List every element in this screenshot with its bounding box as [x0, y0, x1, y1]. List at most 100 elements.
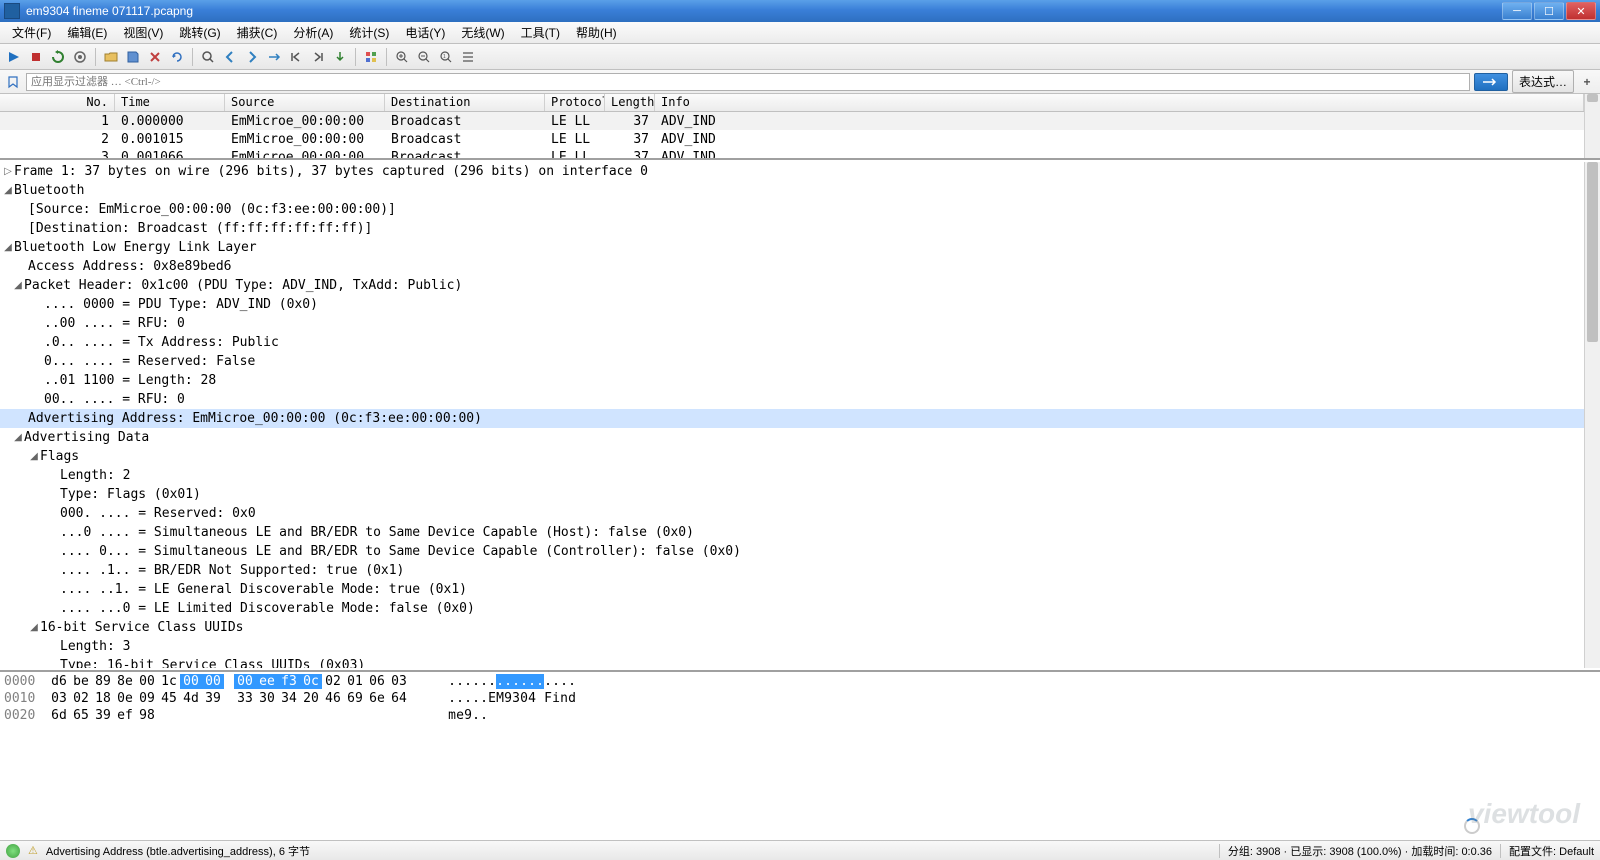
- status-field: Advertising Address (btle.advertising_ad…: [46, 843, 310, 859]
- menu-statistics[interactable]: 统计(S): [341, 22, 397, 43]
- go-back-icon[interactable]: [220, 47, 240, 67]
- col-no[interactable]: No.: [0, 94, 115, 111]
- colorize-icon[interactable]: [361, 47, 381, 67]
- collapse-icon[interactable]: ◢: [2, 185, 14, 196]
- tree-flags-host[interactable]: ...0 .... = Simultaneous LE and BR/EDR t…: [0, 523, 1584, 542]
- menu-telephony[interactable]: 电话(Y): [397, 22, 453, 43]
- tree-uuids[interactable]: ◢16-bit Service Class UUIDs: [0, 618, 1584, 637]
- stop-capture-icon[interactable]: [26, 47, 46, 67]
- toolbar-separator: [192, 48, 193, 66]
- tree-bt-destination[interactable]: [Destination: Broadcast (ff:ff:ff:ff:ff:…: [0, 219, 1584, 238]
- zoom-in-icon[interactable]: [392, 47, 412, 67]
- collapse-icon[interactable]: ◢: [12, 280, 24, 291]
- tree-flags-reserved[interactable]: 000. .... = Reserved: 0x0: [0, 504, 1584, 523]
- packet-row[interactable]: 10.000000EmMicroe_00:00:00BroadcastLE LL…: [0, 112, 1584, 130]
- go-first-icon[interactable]: [286, 47, 306, 67]
- tree-rfu2[interactable]: 00.. .... = RFU: 0: [0, 390, 1584, 409]
- menu-file[interactable]: 文件(F): [4, 22, 59, 43]
- menu-bar: 文件(F) 编辑(E) 视图(V) 跳转(G) 捕获(C) 分析(A) 统计(S…: [0, 22, 1600, 44]
- tree-bluetooth[interactable]: ◢Bluetooth: [0, 181, 1584, 200]
- tree-packet-header[interactable]: ◢Packet Header: 0x1c00 (PDU Type: ADV_IN…: [0, 276, 1584, 295]
- auto-scroll-icon[interactable]: [330, 47, 350, 67]
- zoom-reset-icon[interactable]: 1: [436, 47, 456, 67]
- tree-flags[interactable]: ◢Flags: [0, 447, 1584, 466]
- menu-tools[interactable]: 工具(T): [513, 22, 568, 43]
- tree-flags-type[interactable]: Type: Flags (0x01): [0, 485, 1584, 504]
- menu-go[interactable]: 跳转(G): [171, 22, 228, 43]
- add-filter-button[interactable]: +: [1578, 73, 1596, 91]
- menu-wireless[interactable]: 无线(W): [453, 22, 512, 43]
- expert-info-icon[interactable]: ⚠: [28, 844, 38, 857]
- tree-rfu1[interactable]: ..00 .... = RFU: 0: [0, 314, 1584, 333]
- col-source[interactable]: Source: [225, 94, 385, 111]
- collapse-icon[interactable]: ◢: [12, 432, 24, 443]
- tree-uuids-length[interactable]: Length: 3: [0, 637, 1584, 656]
- packet-row[interactable]: 20.001015EmMicroe_00:00:00BroadcastLE LL…: [0, 130, 1584, 148]
- zoom-out-icon[interactable]: [414, 47, 434, 67]
- details-scrollbar[interactable]: [1584, 162, 1600, 668]
- close-button[interactable]: ✕: [1566, 2, 1596, 20]
- packet-row[interactable]: 30.001066EmMicroe_00:00:00BroadcastLE LL…: [0, 148, 1584, 160]
- tree-advertising-address[interactable]: Advertising Address: EmMicroe_00:00:00 (…: [0, 409, 1584, 428]
- window-title: em9304 fineme 071117.pcapng: [26, 4, 1502, 18]
- restart-capture-icon[interactable]: [48, 47, 68, 67]
- tree-uuids-type[interactable]: Type: 16-bit Service Class UUIDs (0x03): [0, 656, 1584, 668]
- save-file-icon[interactable]: [123, 47, 143, 67]
- packet-list-header: No. Time Source Destination Protocol Len…: [0, 94, 1584, 112]
- reload-icon[interactable]: [167, 47, 187, 67]
- tree-reserved[interactable]: 0... .... = Reserved: False: [0, 352, 1584, 371]
- find-packet-icon[interactable]: [198, 47, 218, 67]
- expression-button[interactable]: 表达式…: [1512, 70, 1574, 93]
- resize-columns-icon[interactable]: [458, 47, 478, 67]
- packet-list-pane: No. Time Source Destination Protocol Len…: [0, 94, 1600, 160]
- expand-icon[interactable]: ▷: [2, 166, 14, 177]
- tree-flags-limited[interactable]: .... ...0 = LE Limited Discoverable Mode…: [0, 599, 1584, 618]
- tree-flags-controller[interactable]: .... 0... = Simultaneous LE and BR/EDR t…: [0, 542, 1584, 561]
- menu-help[interactable]: 帮助(H): [568, 22, 625, 43]
- display-filter-input[interactable]: [26, 73, 1470, 91]
- tree-frame[interactable]: ▷Frame 1: 37 bytes on wire (296 bits), 3…: [0, 162, 1584, 181]
- tree-advertising-data[interactable]: ◢Advertising Data: [0, 428, 1584, 447]
- col-destination[interactable]: Destination: [385, 94, 545, 111]
- collapse-icon[interactable]: ◢: [28, 622, 40, 633]
- bookmark-filter-icon[interactable]: [4, 73, 22, 91]
- menu-view[interactable]: 视图(V): [115, 22, 171, 43]
- col-time[interactable]: Time: [115, 94, 225, 111]
- maximize-button[interactable]: ☐: [1534, 2, 1564, 20]
- status-profile[interactable]: 配置文件: Default: [1509, 843, 1594, 859]
- tree-flags-bredr[interactable]: .... .1.. = BR/EDR Not Supported: true (…: [0, 561, 1584, 580]
- col-protocol[interactable]: Protocol: [545, 94, 605, 111]
- minimize-button[interactable]: ─: [1502, 2, 1532, 20]
- start-capture-icon[interactable]: [4, 47, 24, 67]
- tree-pdu-type[interactable]: .... 0000 = PDU Type: ADV_IND (0x0): [0, 295, 1584, 314]
- tree-tx-address[interactable]: .0.. .... = Tx Address: Public: [0, 333, 1584, 352]
- hex-row[interactable]: 00100302180e09454d393330342046696e64....…: [4, 691, 1596, 708]
- packet-bytes-pane[interactable]: 0000d6be898e001c000000eef30c02010603....…: [0, 672, 1600, 742]
- go-forward-icon[interactable]: [242, 47, 262, 67]
- tree-length[interactable]: ..01 1100 = Length: 28: [0, 371, 1584, 390]
- capture-options-icon[interactable]: [70, 47, 90, 67]
- open-file-icon[interactable]: [101, 47, 121, 67]
- menu-edit[interactable]: 编辑(E): [59, 22, 115, 43]
- status-packets: 分组: 3908 · 已显示: 3908 (100.0%) · 加载时间: 0:…: [1228, 843, 1492, 859]
- go-to-packet-icon[interactable]: [264, 47, 284, 67]
- close-file-icon[interactable]: [145, 47, 165, 67]
- hex-row[interactable]: 0000d6be898e001c000000eef30c02010603....…: [4, 674, 1596, 691]
- hex-row[interactable]: 00206d6539ef98me9..: [4, 708, 1596, 725]
- collapse-icon[interactable]: ◢: [28, 451, 40, 462]
- col-length[interactable]: Length: [605, 94, 655, 111]
- tree-access-address[interactable]: Access Address: 0x8e89bed6: [0, 257, 1584, 276]
- app-icon: [4, 3, 20, 19]
- col-info[interactable]: Info: [655, 94, 1584, 111]
- packet-list-scrollbar[interactable]: [1584, 94, 1600, 158]
- tree-ble-ll[interactable]: ◢Bluetooth Low Energy Link Layer: [0, 238, 1584, 257]
- toolbar-separator: [386, 48, 387, 66]
- tree-flags-general[interactable]: .... ..1. = LE General Discoverable Mode…: [0, 580, 1584, 599]
- menu-analyze[interactable]: 分析(A): [285, 22, 341, 43]
- tree-bt-source[interactable]: [Source: EmMicroe_00:00:00 (0c:f3:ee:00:…: [0, 200, 1584, 219]
- tree-flags-length[interactable]: Length: 2: [0, 466, 1584, 485]
- menu-capture[interactable]: 捕获(C): [229, 22, 286, 43]
- apply-filter-button[interactable]: [1474, 73, 1508, 91]
- collapse-icon[interactable]: ◢: [2, 242, 14, 253]
- go-last-icon[interactable]: [308, 47, 328, 67]
